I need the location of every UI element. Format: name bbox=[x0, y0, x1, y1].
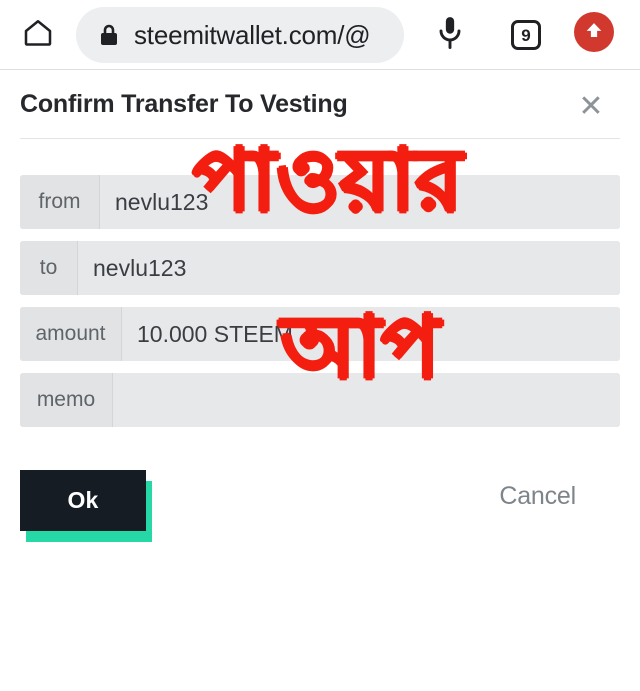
dialog-actions: Ok Cancel bbox=[0, 463, 640, 543]
voice-search-button[interactable] bbox=[427, 12, 473, 58]
up-arrow-icon bbox=[583, 19, 605, 46]
ok-button-wrap: Ok bbox=[20, 470, 152, 542]
field-value-from: nevlu123 bbox=[100, 175, 620, 229]
ok-button[interactable]: Ok bbox=[20, 470, 146, 531]
close-icon[interactable]: ✕ bbox=[570, 86, 612, 128]
cancel-button[interactable]: Cancel bbox=[499, 482, 576, 511]
ok-button-label: Ok bbox=[67, 487, 99, 513]
confirm-transfer-dialog: Confirm Transfer To Vesting ✕ from nevlu… bbox=[0, 70, 640, 691]
page-update-button[interactable] bbox=[574, 12, 614, 52]
field-label-memo: memo bbox=[20, 373, 113, 427]
field-value-amount: 10.000 STEEM bbox=[122, 307, 620, 361]
home-button[interactable] bbox=[12, 10, 64, 60]
field-label-amount: amount bbox=[20, 307, 122, 361]
tab-count-box: 9 bbox=[511, 20, 541, 50]
field-label-to: to bbox=[20, 241, 78, 295]
field-value-memo bbox=[113, 373, 620, 427]
field-row-to: to nevlu123 bbox=[20, 241, 620, 295]
url-text: steemitwallet.com/@ bbox=[134, 19, 371, 50]
dialog-title: Confirm Transfer To Vesting bbox=[20, 90, 348, 118]
home-icon bbox=[22, 17, 54, 54]
field-row-amount: amount 10.000 STEEM bbox=[20, 307, 620, 361]
lock-icon bbox=[98, 22, 120, 48]
field-row-from: from nevlu123 bbox=[20, 175, 620, 229]
tab-count-label: 9 bbox=[521, 25, 531, 45]
browser-toolbar: steemitwallet.com/@ 9 bbox=[0, 0, 640, 69]
url-bar[interactable]: steemitwallet.com/@ bbox=[76, 7, 404, 63]
transfer-fields: from nevlu123 to nevlu123 amount 10.000 … bbox=[20, 175, 620, 439]
field-value-to: nevlu123 bbox=[78, 241, 620, 295]
tab-switcher-button[interactable]: 9 bbox=[504, 13, 548, 57]
field-label-from: from bbox=[20, 175, 100, 229]
field-row-memo: memo bbox=[20, 373, 620, 427]
microphone-icon bbox=[433, 15, 467, 56]
title-divider bbox=[20, 138, 620, 139]
